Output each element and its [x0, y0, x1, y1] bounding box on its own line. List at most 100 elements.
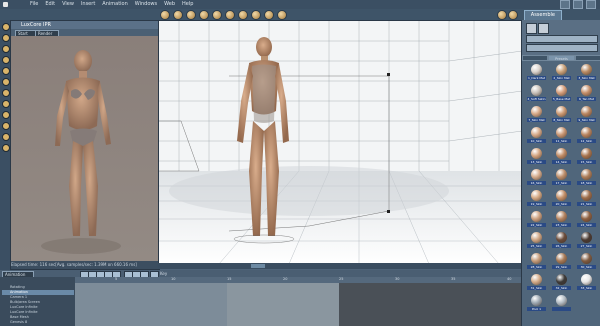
- material-preset-label: 7_Skin Mat: [527, 118, 546, 122]
- zoom-tool-icon[interactable]: [2, 122, 10, 130]
- timeline-tick-label: 40: [507, 277, 512, 281]
- material-preset-label: 19_Skin: [527, 202, 546, 206]
- material-preset-item[interactable]: 25_Skin: [526, 232, 547, 250]
- camera-icon[interactable]: [160, 10, 170, 20]
- material-sphere-icon: [531, 232, 542, 243]
- light-tool-icon[interactable]: [2, 100, 10, 108]
- ipr-status-bar: Elapsed time: 116 sec[Avg. samples/sec: …: [11, 261, 159, 269]
- tab-1[interactable]: [522, 55, 549, 61]
- material-preset-label: 13_Skin: [527, 160, 546, 164]
- select-tool-icon[interactable]: [2, 23, 10, 31]
- render-icon[interactable]: [238, 10, 248, 20]
- material-preset-item[interactable]: 12_Skin: [576, 127, 597, 145]
- pan-tool-icon[interactable]: [2, 133, 10, 141]
- material-preset-item[interactable]: 18_Skin: [576, 169, 597, 187]
- move-tool-icon[interactable]: [2, 34, 10, 42]
- material-preset-item[interactable]: 20_Skin: [551, 190, 572, 208]
- material-preset-grid: 1_Dark Mat 2_Skin Mat 3_Skin Mat 4_Soft Sat…: [526, 64, 600, 313]
- material-preset-item[interactable]: Pool 1: [526, 295, 547, 313]
- viewport-control-handle[interactable]: [251, 264, 265, 268]
- tool-icon[interactable]: [277, 10, 287, 20]
- material-preset-label: 12_Skin: [577, 139, 596, 143]
- settings-icon[interactable]: [251, 10, 261, 20]
- menu-edit[interactable]: Edit: [45, 1, 55, 7]
- folder-icon[interactable]: [526, 23, 537, 34]
- menu-file[interactable]: File: [30, 1, 38, 7]
- material-preset-item[interactable]: 13_Skin: [526, 148, 547, 166]
- material-preset-item[interactable]: 32_Skin: [551, 274, 572, 292]
- material-preset-item[interactable]: 21_Skin: [576, 190, 597, 208]
- material-preset-item[interactable]: 30_Skin: [576, 253, 597, 271]
- material-preset-item[interactable]: 4_Soft Satin: [526, 85, 547, 103]
- material-preset-item[interactable]: 31_Skin: [526, 274, 547, 292]
- morph-tool-icon[interactable]: [2, 111, 10, 119]
- pose-tool-icon[interactable]: [2, 78, 10, 86]
- material-preset-item[interactable]: [551, 295, 572, 313]
- animate-icon[interactable]: [264, 10, 274, 20]
- left-tool-strip: [0, 20, 10, 270]
- material-preset-item[interactable]: 33_Skin: [576, 274, 597, 292]
- content-search-bar[interactable]: [526, 35, 598, 43]
- material-preset-item[interactable]: 2_Skin Mat: [551, 64, 572, 82]
- scene-icon[interactable]: [173, 10, 183, 20]
- menu-insert[interactable]: Insert: [81, 1, 95, 7]
- workspace-icon-2[interactable]: [508, 10, 518, 20]
- menu-view[interactable]: View: [62, 1, 74, 7]
- material-preset-item[interactable]: 14_Skin: [551, 148, 572, 166]
- material-preset-label: 15_Skin: [577, 160, 596, 164]
- timeline-tracks[interactable]: [75, 283, 521, 326]
- ipr-title-bar: LuxCore IPR: [11, 21, 159, 29]
- material-preset-item[interactable]: 19_Skin: [526, 190, 547, 208]
- material-preset-item[interactable]: 17_Skin: [551, 169, 572, 187]
- material-preset-item[interactable]: 15_Skin: [576, 148, 597, 166]
- material-preset-item[interactable]: 24_Skin: [576, 211, 597, 229]
- material-preset-label: 5_Base Mat: [552, 97, 571, 101]
- material-preset-item[interactable]: 28_Skin: [526, 253, 547, 271]
- material-preset-item[interactable]: 8_Skin Mat: [551, 106, 572, 124]
- pose-icon[interactable]: [186, 10, 196, 20]
- menu-animation[interactable]: Animation: [102, 1, 128, 7]
- material-sphere-icon: [531, 85, 542, 96]
- material-preset-item[interactable]: 3_Skin Mat: [576, 64, 597, 82]
- 3d-viewport[interactable]: [158, 20, 523, 265]
- material-sphere-icon: [556, 211, 567, 222]
- tab-presets[interactable]: Presets: [548, 55, 575, 61]
- content-path-bar[interactable]: [526, 44, 598, 52]
- material-preset-item[interactable]: 27_Skin: [576, 232, 597, 250]
- folder-icon[interactable]: [538, 23, 549, 34]
- material-preset-item[interactable]: 16_Skin: [526, 169, 547, 187]
- menu-web[interactable]: Web: [164, 1, 175, 7]
- material-preset-item[interactable]: 10_Skin: [526, 127, 547, 145]
- material-preset-item[interactable]: 11_Skin: [551, 127, 572, 145]
- material-preset-item[interactable]: 9_Skin Mat: [576, 106, 597, 124]
- material-preset-item[interactable]: 22_Skin: [526, 211, 547, 229]
- material-preset-item[interactable]: 29_Skin: [551, 253, 572, 271]
- material-preset-label: 32_Skin: [552, 286, 571, 290]
- gear-tool-icon[interactable]: [2, 144, 10, 152]
- close-button[interactable]: [586, 0, 596, 9]
- menu-help[interactable]: Help: [182, 1, 193, 7]
- material-preset-item[interactable]: 1_Dark Mat: [526, 64, 547, 82]
- brush-tool-icon[interactable]: [2, 67, 10, 75]
- material-preset-item[interactable]: 5_Base Mat: [551, 85, 572, 103]
- material-preset-item[interactable]: 7_Skin Mat: [526, 106, 547, 124]
- material-preset-item[interactable]: 26_Skin: [551, 232, 572, 250]
- maximize-button[interactable]: [573, 0, 583, 9]
- figure-icon[interactable]: [199, 10, 209, 20]
- scale-tool-icon[interactable]: [2, 56, 10, 64]
- light-icon[interactable]: [225, 10, 235, 20]
- camera-tool-icon[interactable]: [2, 89, 10, 97]
- menu-windows[interactable]: Windows: [135, 1, 157, 7]
- workspace-icon[interactable]: [497, 10, 507, 20]
- tab-3[interactable]: [574, 55, 600, 61]
- material-sphere-icon: [556, 64, 567, 75]
- viewport-scene: [159, 21, 522, 264]
- ipr-render-image[interactable]: [11, 36, 159, 261]
- rotate-tool-icon[interactable]: [2, 45, 10, 53]
- material-preset-item[interactable]: 6_Tan Mat: [576, 85, 597, 103]
- timeline-track-row[interactable]: Genesis 8: [2, 320, 74, 325]
- material-sphere-icon: [581, 106, 592, 117]
- minimize-button[interactable]: [560, 0, 570, 9]
- material-preset-item[interactable]: 23_Skin: [551, 211, 572, 229]
- material-icon[interactable]: [212, 10, 222, 20]
